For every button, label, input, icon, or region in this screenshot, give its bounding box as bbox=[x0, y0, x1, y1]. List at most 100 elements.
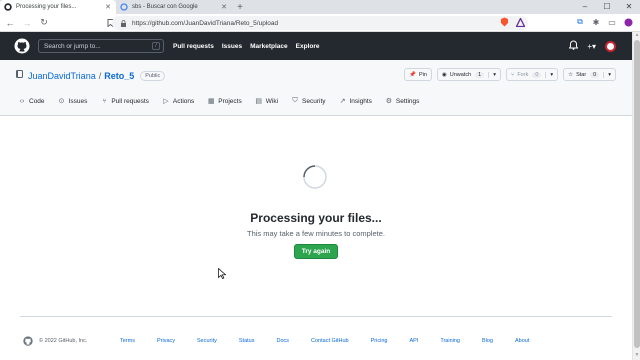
unwatch-button[interactable]: ◉ Unwatch 1 ▾ bbox=[436, 68, 501, 81]
footer-link-about[interactable]: About bbox=[515, 338, 529, 344]
tab-settings[interactable]: ⚙ Settings bbox=[385, 97, 420, 106]
tab-label: Issues bbox=[68, 97, 88, 105]
repo-icon bbox=[16, 70, 23, 81]
create-new-plus-icon[interactable]: +▾ bbox=[587, 42, 596, 51]
fork-label: Fork bbox=[517, 71, 529, 78]
sidebar-icon[interactable]: ▭ bbox=[606, 16, 618, 28]
fork-button[interactable]: ⑂ Fork 0 ▾ bbox=[506, 68, 559, 81]
unwatch-label: Unwatch bbox=[449, 71, 472, 78]
extensions-icon[interactable]: ✱ bbox=[590, 16, 602, 28]
chevron-down-icon[interactable]: ▾ bbox=[545, 71, 553, 78]
tab-actions[interactable]: ▷ Actions bbox=[162, 97, 194, 106]
repo-separator: / bbox=[98, 70, 102, 81]
footer-link-terms[interactable]: Terms bbox=[120, 338, 135, 344]
tab-issues[interactable]: ⊙ Issues bbox=[58, 97, 88, 106]
nav-marketplace[interactable]: Marketplace bbox=[250, 43, 288, 50]
github-logo-icon[interactable] bbox=[14, 38, 30, 54]
forward-icon[interactable]: → bbox=[20, 16, 34, 30]
visibility-badge: Public bbox=[140, 70, 166, 81]
brave-rewards-icon[interactable] bbox=[514, 16, 526, 28]
nav-pull-requests[interactable]: Pull requests bbox=[173, 43, 214, 50]
repo-owner-link[interactable]: JuanDavidTriana bbox=[28, 71, 96, 81]
tab-wiki[interactable]: ▤ Wiki bbox=[255, 97, 279, 106]
profile-icon[interactable] bbox=[622, 16, 634, 28]
brave-shield-icon[interactable] bbox=[498, 16, 510, 28]
header-nav: Pull requests Issues Marketplace Explore bbox=[173, 43, 328, 50]
chevron-down-icon[interactable]: ▾ bbox=[603, 71, 611, 78]
footer-link-status[interactable]: Status bbox=[239, 338, 255, 344]
chevron-down-icon[interactable]: ▾ bbox=[488, 71, 496, 78]
search-input[interactable]: Search or jump to... / bbox=[38, 39, 164, 53]
tab-close-icon[interactable]: ✕ bbox=[221, 3, 227, 11]
address-bar[interactable]: https://github.com/JuanDavidTriana/Reto_… bbox=[112, 16, 528, 30]
page-scrollbar[interactable]: ▲ ▼ bbox=[632, 32, 640, 360]
fork-icon: ⑂ bbox=[511, 71, 515, 78]
footer-link-docs[interactable]: Docs bbox=[276, 338, 289, 344]
footer-link-blog[interactable]: Blog bbox=[482, 338, 493, 344]
tab-label: Pull requests bbox=[111, 97, 149, 105]
footer-copyright: © 2022 GitHub, Inc. bbox=[39, 338, 88, 344]
google-favicon-icon bbox=[120, 3, 128, 11]
footer-link-training[interactable]: Training bbox=[440, 338, 460, 344]
tab-insights[interactable]: ↗ Insights bbox=[339, 97, 372, 106]
notifications-bell-icon[interactable] bbox=[568, 40, 579, 52]
github-header: Search or jump to... / Pull requests Iss… bbox=[0, 32, 632, 60]
repository-header: JuanDavidTriana / Reto_5 Public 📌 Pin ◉ … bbox=[0, 60, 632, 116]
pin-button[interactable]: 📌 Pin bbox=[404, 68, 432, 81]
footer-link-pricing[interactable]: Pricing bbox=[371, 338, 388, 344]
window-controls: – ☐ ✕ bbox=[574, 0, 640, 14]
translate-icon[interactable]: ⧉ bbox=[574, 16, 586, 28]
tab-label: Wiki bbox=[265, 97, 279, 105]
scroll-down-arrow-icon[interactable]: ▼ bbox=[633, 352, 640, 360]
header-actions: +▾ bbox=[560, 40, 616, 52]
scrollbar-thumb[interactable] bbox=[634, 40, 640, 348]
loading-spinner-icon bbox=[303, 165, 327, 189]
new-tab-button[interactable]: + bbox=[232, 0, 248, 14]
pin-label: Pin bbox=[419, 71, 427, 78]
github-favicon-icon bbox=[4, 3, 12, 11]
repo-tabs: ‹› Code ⊙ Issues ⑂ Pull requests ▷ Actions ▦… bbox=[18, 97, 432, 105]
tab-pull-requests[interactable]: ⑂ Pull requests bbox=[100, 97, 149, 105]
tab-label: Projects bbox=[218, 97, 242, 105]
processing-title: Processing your files... bbox=[250, 211, 382, 225]
pin-icon: 📌 bbox=[409, 71, 416, 78]
processing-subtitle: This may take a few minutes to complete. bbox=[247, 229, 385, 238]
nav-issues[interactable]: Issues bbox=[222, 43, 242, 50]
book-icon: ▤ bbox=[255, 98, 263, 105]
scroll-up-arrow-icon[interactable]: ▲ bbox=[633, 32, 640, 40]
browser-tab-strip: Processing your files... ✕ sbs - Buscar … bbox=[0, 0, 640, 14]
minimize-button[interactable]: – bbox=[574, 0, 596, 14]
footer-link-api[interactable]: API bbox=[409, 338, 418, 344]
fork-count: 0 bbox=[532, 71, 542, 78]
repo-name-link[interactable]: Reto_5 bbox=[104, 71, 134, 81]
tab-label: Security bbox=[302, 97, 326, 105]
browser-tab-active[interactable]: Processing your files... ✕ bbox=[0, 0, 116, 14]
tab-code[interactable]: ‹› Code bbox=[18, 97, 45, 105]
reload-icon[interactable]: ↻ bbox=[37, 16, 51, 30]
browser-toolbar: ← → ↻ https://github.com/JuanDavidTriana… bbox=[0, 14, 640, 32]
footer-link-privacy[interactable]: Privacy bbox=[157, 338, 175, 344]
avatar[interactable] bbox=[605, 40, 616, 52]
tab-close-icon[interactable]: ✕ bbox=[105, 3, 111, 11]
maximize-button[interactable]: ☐ bbox=[596, 0, 618, 14]
processing-panel: Processing your files... This may take a… bbox=[0, 116, 632, 316]
issue-icon: ⊙ bbox=[58, 98, 65, 105]
browser-tab[interactable]: sbs - Buscar con Google ✕ bbox=[116, 0, 232, 14]
window-close-button[interactable]: ✕ bbox=[618, 0, 640, 14]
play-icon: ▷ bbox=[163, 98, 169, 105]
tab-label: Settings bbox=[395, 97, 420, 105]
tab-title: sbs - Buscar con Google bbox=[132, 4, 198, 10]
footer-link-contact[interactable]: Contact GitHub bbox=[311, 338, 349, 344]
mouse-cursor-icon bbox=[218, 268, 226, 279]
nav-explore[interactable]: Explore bbox=[296, 43, 320, 50]
try-again-button[interactable]: Try again bbox=[294, 244, 338, 259]
footer-link-security[interactable]: Security bbox=[197, 338, 217, 344]
tab-security[interactable]: ⛉ Security bbox=[291, 97, 325, 105]
back-icon[interactable]: ← bbox=[3, 16, 17, 30]
search-shortcut-hint: / bbox=[152, 42, 160, 50]
github-footer-logo-icon[interactable] bbox=[23, 336, 33, 346]
tab-projects[interactable]: ▦ Projects bbox=[207, 97, 242, 106]
pull-request-icon: ⑂ bbox=[102, 97, 107, 105]
star-button[interactable]: ☆ Star 0 ▾ bbox=[563, 68, 616, 81]
shield-icon: ⛉ bbox=[292, 97, 298, 104]
